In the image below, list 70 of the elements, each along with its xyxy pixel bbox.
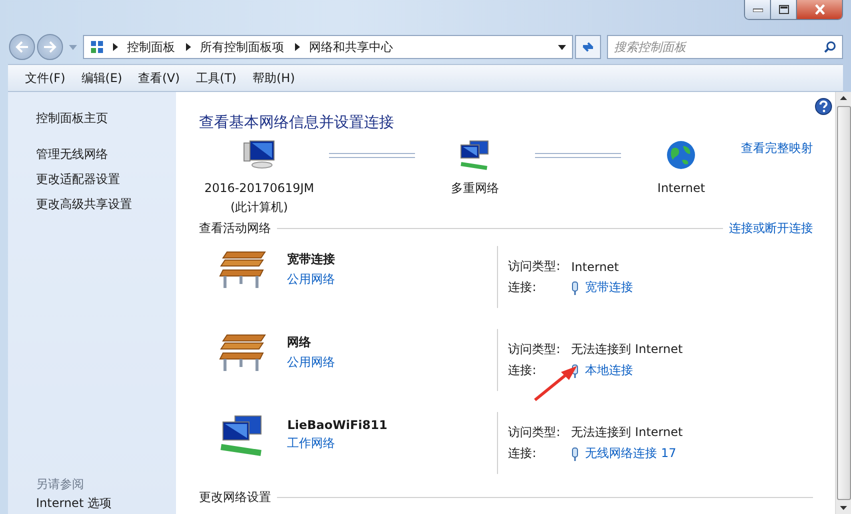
menu-item[interactable]: 编辑(E) [81, 70, 122, 86]
network-type-link[interactable]: 公用网络 [287, 270, 336, 288]
scroll-up-icon[interactable] [840, 96, 848, 100]
dropdown-caret-icon[interactable] [558, 44, 566, 50]
access-type-value: Internet [571, 260, 619, 274]
section-heading: 查看活动网络 [199, 220, 272, 236]
node-label: Internet [657, 180, 706, 197]
menu-item[interactable]: 文件(F) [25, 70, 66, 86]
menu-item[interactable]: 工具(T) [196, 70, 236, 86]
connect-disconnect-link[interactable]: 连接或断开连接 [729, 220, 814, 236]
sidebar-link[interactable]: 管理无线网络 [36, 142, 176, 167]
access-type-label: 访问类型: [508, 258, 562, 275]
globe-icon [666, 140, 696, 170]
network-name: 网络 [287, 334, 312, 350]
connection-link[interactable]: 本地连接 [585, 362, 634, 379]
control-panel-icon [90, 40, 104, 54]
connection-label: 连接: [508, 445, 538, 462]
address-bar[interactable]: 控制面板 所有控制面板项 网络和共享中心 [83, 35, 573, 59]
see-also-heading: 另请参阅 [36, 476, 85, 493]
view-full-map-link[interactable]: 查看完整映射 [741, 140, 814, 157]
maximize-icon [778, 5, 788, 14]
forward-arrow-icon [43, 41, 57, 53]
menu-item[interactable]: 帮助(H) [252, 70, 295, 86]
network-type-link[interactable]: 公用网络 [287, 354, 336, 370]
connection-label: 连接: [508, 279, 538, 296]
menu-item[interactable]: 查看(V) [138, 70, 180, 86]
scrollbar[interactable] [835, 92, 851, 514]
page-title: 查看基本网络信息并设置连接 [199, 113, 396, 132]
breadcrumb-arrow-icon[interactable] [186, 43, 191, 51]
network-type-link[interactable]: 工作网络 [287, 435, 388, 452]
help-icon[interactable] [815, 98, 832, 115]
connection-link[interactable]: 无线网络连接 17 [585, 445, 676, 462]
node-sublabel: (此计算机) [230, 199, 288, 216]
section-heading: 更改网络设置 [199, 488, 272, 506]
plug-icon [571, 446, 580, 460]
maximize-button[interactable] [771, 0, 797, 19]
scroll-down-icon[interactable] [840, 506, 848, 510]
computer-icon [242, 140, 276, 170]
plug-icon [571, 280, 580, 294]
back-arrow-icon [15, 41, 29, 53]
breadcrumb-arrow-icon[interactable] [295, 43, 300, 51]
minimize-icon [752, 8, 762, 12]
network-name: 宽带连接 [287, 250, 336, 268]
access-type-value: 无法连接到 Internet [571, 341, 683, 358]
connection-link[interactable]: 宽带连接 [585, 279, 634, 296]
access-type-label: 访问类型: [508, 341, 562, 358]
breadcrumb-item[interactable]: 控制面板 [127, 38, 175, 56]
search-icon[interactable] [824, 41, 836, 53]
sidebar-link[interactable]: 控制面板主页 [36, 106, 176, 131]
close-icon [814, 4, 826, 15]
refresh-button[interactable] [575, 35, 601, 59]
sidebar-link[interactable]: 更改高级共享设置 [36, 192, 176, 217]
access-type-label: 访问类型: [508, 424, 562, 441]
minimize-button[interactable] [745, 0, 771, 19]
access-type-value: 无法连接到 Internet [571, 424, 683, 441]
breadcrumb-arrow-icon[interactable] [113, 43, 118, 51]
refresh-icon [581, 41, 595, 53]
sidebar-link[interactable]: Internet 选项 [36, 494, 176, 512]
annotation-arrow [533, 364, 580, 402]
search-field[interactable]: 搜索控制面板 [607, 35, 843, 59]
network-name: LieBaoWiFi811 [287, 418, 388, 432]
node-label: 多重网络 [451, 180, 500, 197]
breadcrumb-item[interactable]: 所有控制面板项 [200, 38, 284, 56]
breadcrumb-item[interactable]: 网络和共享中心 [309, 38, 393, 56]
connection-label: 连接: [508, 362, 538, 379]
sidebar-link[interactable]: 更改适配器设置 [36, 167, 176, 192]
close-button[interactable] [797, 0, 842, 19]
forward-button[interactable] [37, 34, 63, 60]
back-button[interactable] [9, 34, 35, 60]
node-label: 2016-20170619JM [204, 180, 314, 197]
